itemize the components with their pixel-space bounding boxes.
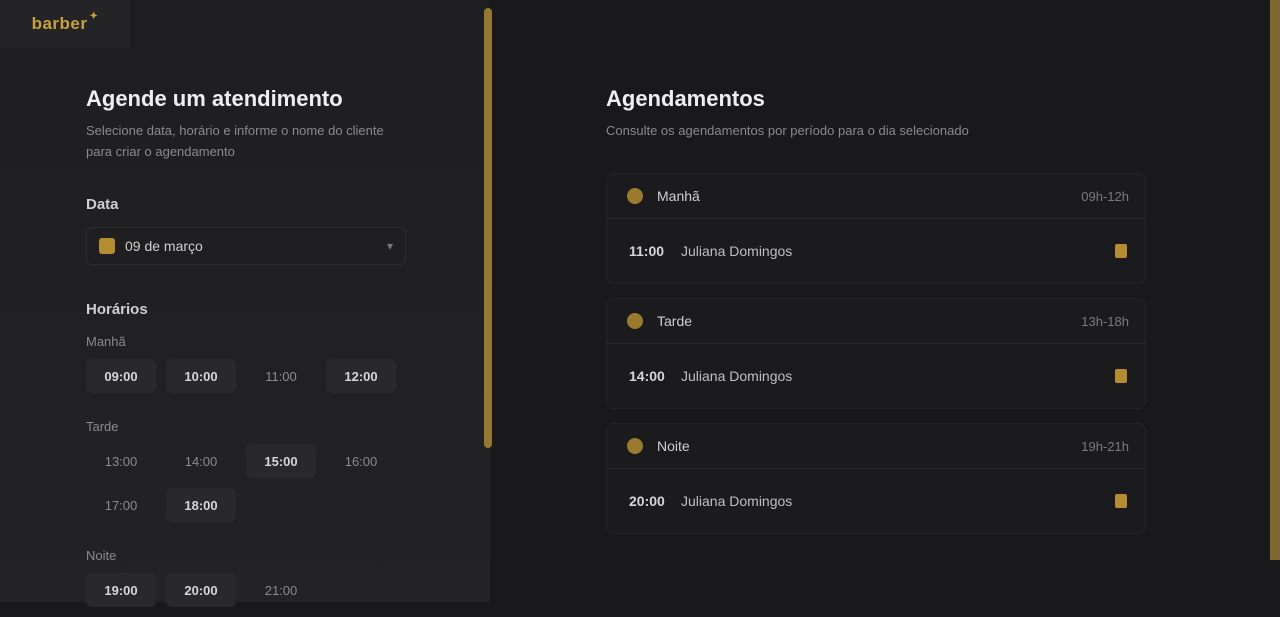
appointment-client: Juliana Domingos <box>681 243 793 259</box>
time-slot[interactable]: 16:00 <box>326 444 396 478</box>
appointments-panel: Agendamentos Consulte os agendamentos po… <box>606 86 1146 534</box>
period-label: Manhã <box>86 334 126 349</box>
slot-list: 19:00 20:00 21:00 <box>86 573 416 617</box>
trash-icon[interactable] <box>1115 369 1127 383</box>
period-header: Manhã 09h-12h <box>607 174 1145 219</box>
appointment-time: 14:00 <box>629 368 665 384</box>
time-slot[interactable]: 09:00 <box>86 359 156 393</box>
appointment-row: 20:00 Juliana Domingos <box>607 469 1145 533</box>
period-name: Tarde <box>657 313 693 329</box>
appointment-time: 11:00 <box>629 243 665 259</box>
period-night: Noite 19:00 20:00 21:00 <box>86 548 406 617</box>
scrollbar[interactable] <box>484 8 492 448</box>
page-subtitle: Selecione data, horário e informe o nome… <box>86 123 384 159</box>
trash-icon[interactable] <box>1115 244 1127 258</box>
logo: barber ✦ <box>0 0 130 48</box>
time-slot[interactable]: 12:00 <box>326 359 396 393</box>
trash-icon[interactable] <box>1115 494 1127 508</box>
appointment-client: Juliana Domingos <box>681 368 793 384</box>
appointment-row: 11:00 Juliana Domingos <box>607 219 1145 283</box>
slot-list: 09:00 10:00 11:00 12:00 <box>86 359 416 403</box>
time-slot[interactable]: 13:00 <box>86 444 156 478</box>
period-range: 09h-12h <box>1081 188 1129 204</box>
hours-label: Horários <box>86 301 148 318</box>
period-name: Manhã <box>657 188 700 204</box>
date-label: Data <box>86 196 119 213</box>
time-slot[interactable]: 10:00 <box>166 359 236 393</box>
appointments-title: Agendamentos <box>606 86 765 111</box>
period-range: 13h-18h <box>1081 313 1129 329</box>
period-name: Noite <box>657 438 690 454</box>
sun-icon <box>627 188 643 204</box>
period-card-morning: Manhã 09h-12h 11:00 Juliana Domingos <box>606 173 1146 284</box>
appointments-subtitle: Consulte os agendamentos por período par… <box>606 123 969 138</box>
time-slot[interactable]: 15:00 <box>246 444 316 478</box>
calendar-icon <box>99 238 115 254</box>
time-slot[interactable]: 18:00 <box>166 488 236 522</box>
period-morning: Manhã 09:00 10:00 11:00 12:00 <box>86 334 406 403</box>
appointment-row: 14:00 Juliana Domingos <box>607 344 1145 408</box>
period-range: 19h-21h <box>1081 438 1129 454</box>
logo-text: barber <box>31 14 88 33</box>
time-slot[interactable]: 11:00 <box>246 359 316 393</box>
logo-star-icon: ✦ <box>89 10 99 22</box>
period-afternoon: Tarde 13:00 14:00 15:00 16:00 17:00 18:0… <box>86 419 406 532</box>
scrollbar[interactable] <box>1270 0 1280 560</box>
period-label: Tarde <box>86 419 119 434</box>
date-picker[interactable]: 09 de março ▾ <box>86 227 406 265</box>
appointment-time: 20:00 <box>629 493 665 509</box>
chevron-down-icon: ▾ <box>386 239 393 253</box>
time-slot[interactable]: 14:00 <box>166 444 236 478</box>
period-label: Noite <box>86 548 117 563</box>
cloud-sun-icon <box>627 313 643 329</box>
page-title: Agende um atendimento <box>86 86 343 111</box>
date-value: 09 de março <box>125 238 203 254</box>
period-card-night: Noite 19h-21h 20:00 Juliana Domingos <box>606 423 1146 534</box>
slot-list: 13:00 14:00 15:00 16:00 17:00 18:00 <box>86 444 416 532</box>
period-header: Noite 19h-21h <box>607 424 1145 469</box>
appointment-client: Juliana Domingos <box>681 493 793 509</box>
time-slot[interactable]: 17:00 <box>86 488 156 522</box>
period-header: Tarde 13h-18h <box>607 299 1145 344</box>
moon-icon <box>627 438 643 454</box>
booking-form: Agende um atendimento Selecione data, ho… <box>86 86 406 617</box>
period-card-afternoon: Tarde 13h-18h 14:00 Juliana Domingos <box>606 298 1146 409</box>
